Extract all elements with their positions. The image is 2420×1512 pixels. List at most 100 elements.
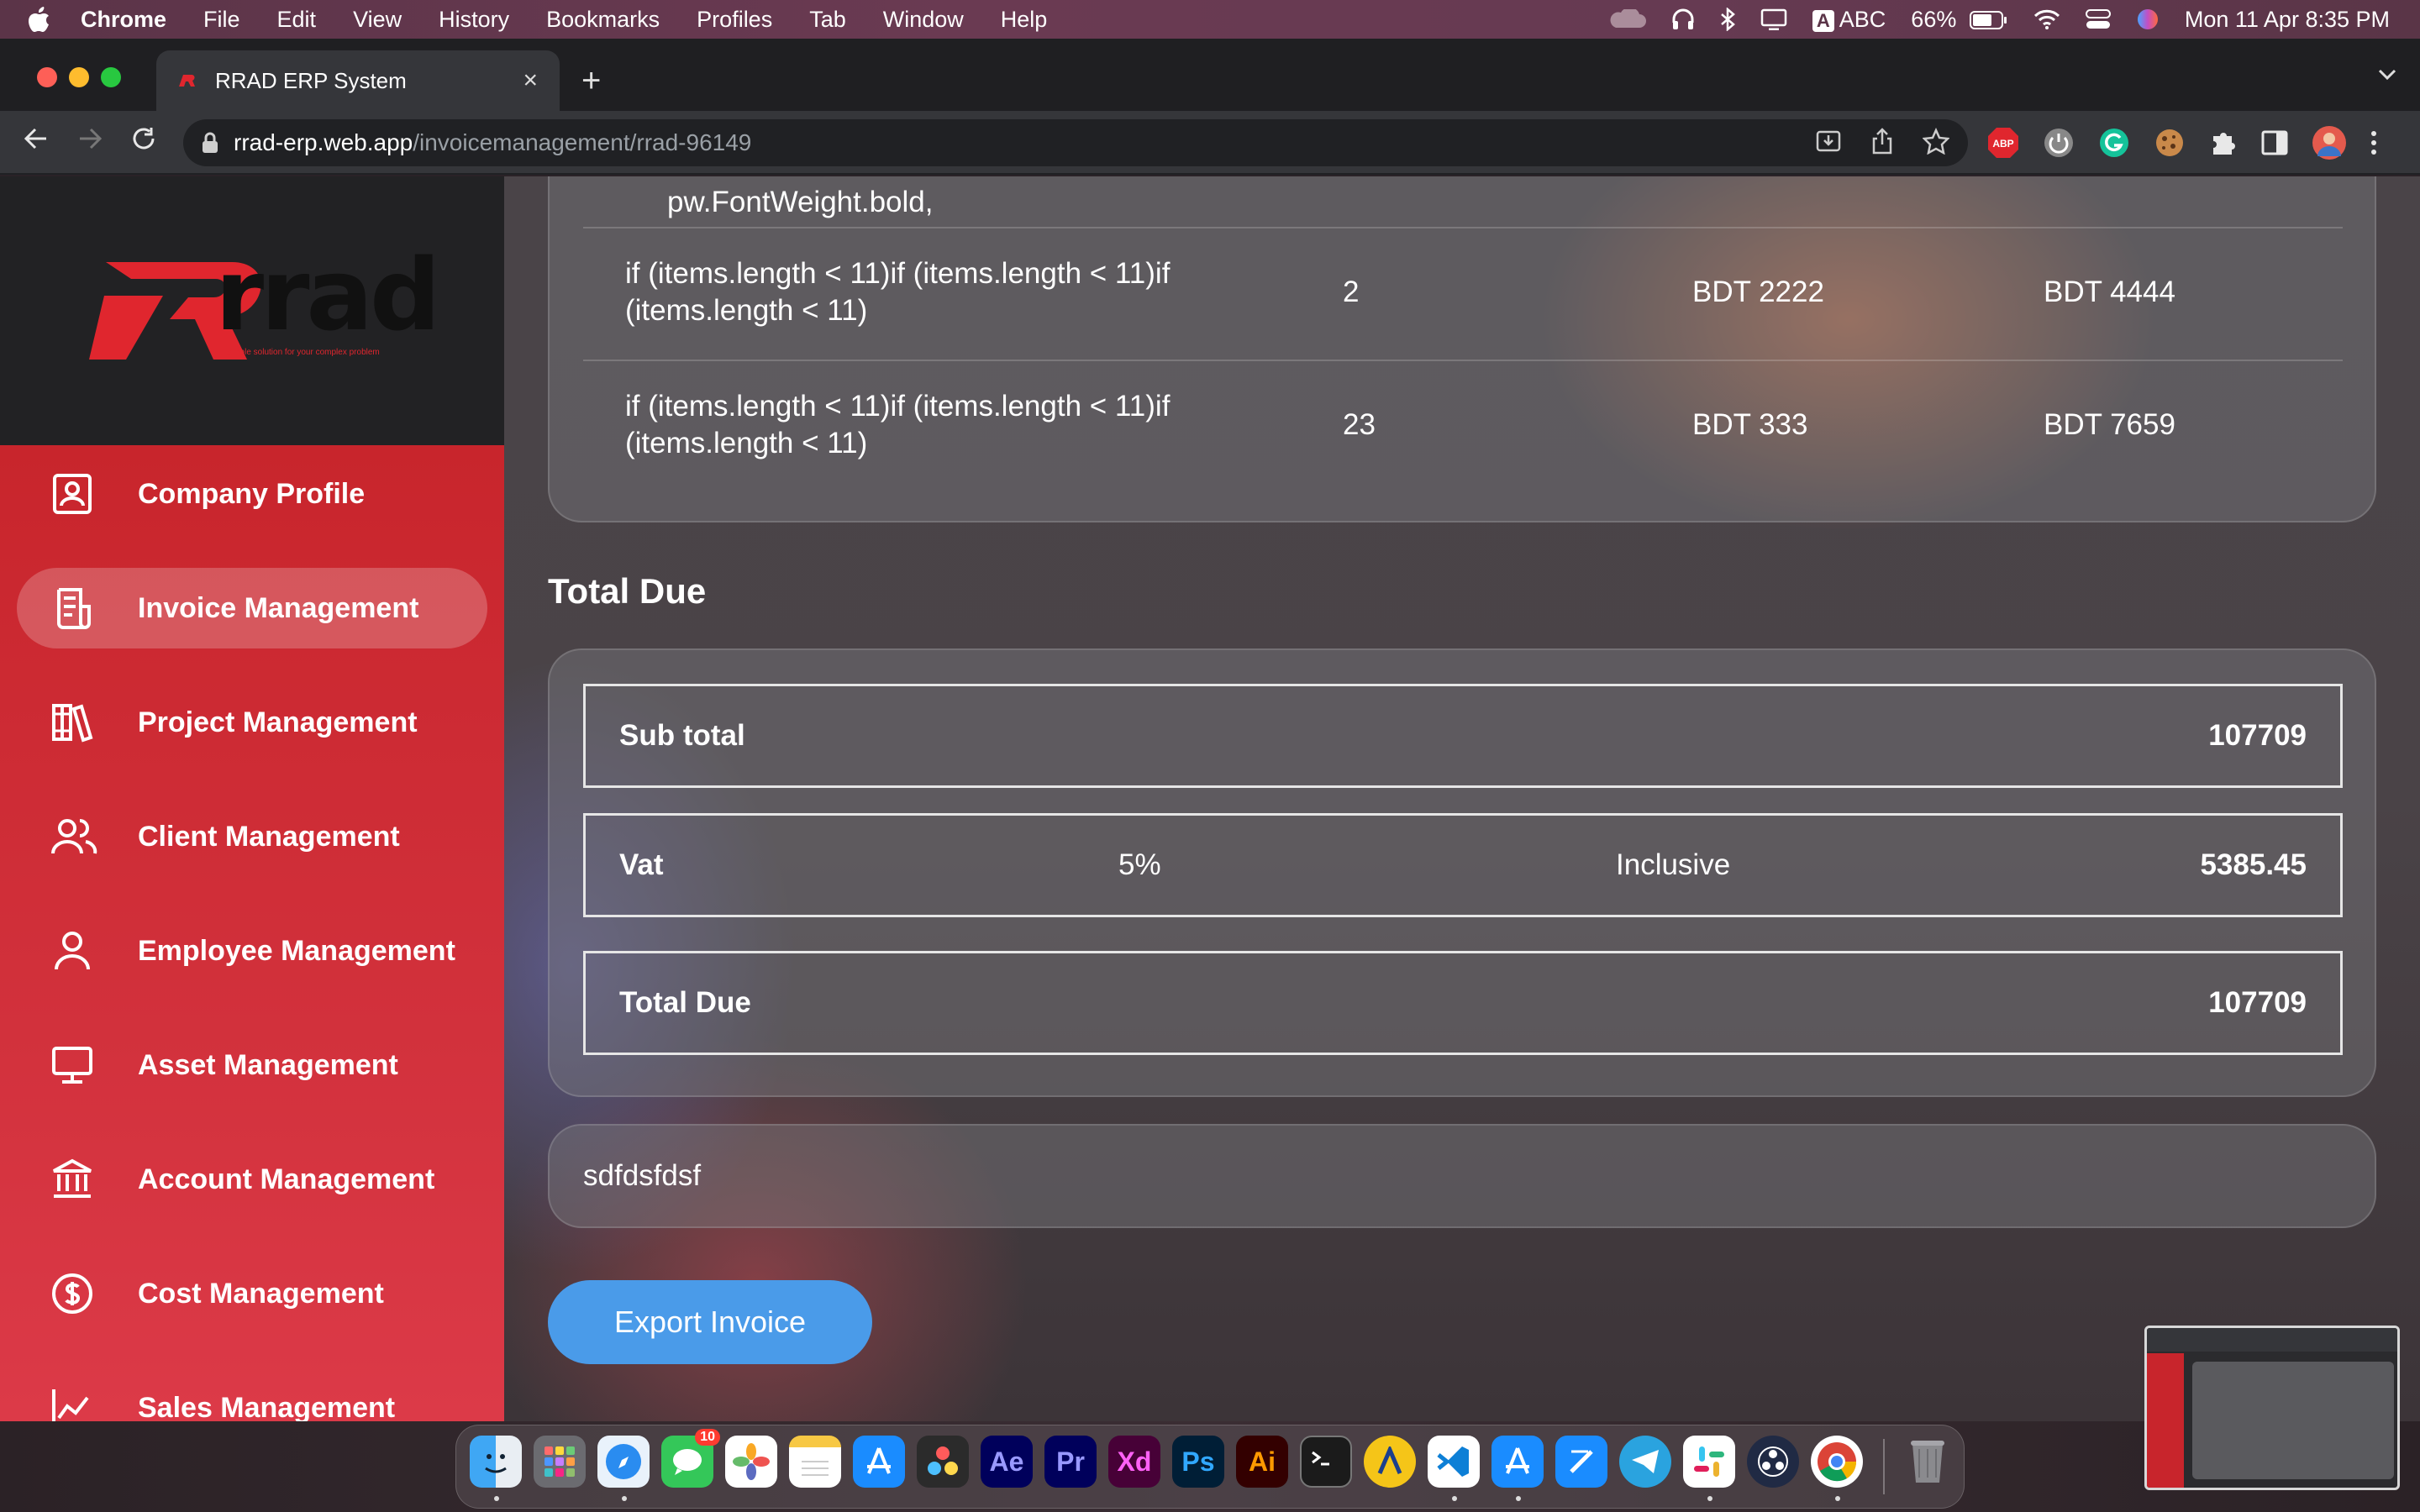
sidebar-item-label: Employee Management bbox=[138, 934, 455, 967]
app-store-icon[interactable] bbox=[853, 1436, 905, 1488]
notes-icon[interactable] bbox=[789, 1436, 841, 1488]
sidebar-item-label: Cost Management bbox=[138, 1277, 384, 1310]
vscode-icon[interactable] bbox=[1428, 1436, 1480, 1488]
menu-file[interactable]: File bbox=[203, 7, 240, 33]
grammarly-icon[interactable] bbox=[2097, 126, 2131, 160]
share-icon[interactable] bbox=[1870, 128, 1894, 155]
terminal-icon[interactable] bbox=[1300, 1436, 1352, 1488]
tab-search-chevron-icon[interactable] bbox=[2378, 69, 2396, 81]
sidebar-item-sales-management[interactable]: Sales Management bbox=[17, 1368, 487, 1421]
illustrator-icon[interactable]: Ai bbox=[1236, 1436, 1288, 1488]
chrome-icon[interactable] bbox=[1811, 1436, 1863, 1488]
trash-icon[interactable] bbox=[1902, 1436, 1954, 1488]
adobe-xd-icon[interactable]: Xd bbox=[1108, 1436, 1160, 1488]
macos-dock: 10 Ae Pr Xd Ps Ai bbox=[455, 1425, 1965, 1509]
display-icon[interactable] bbox=[1760, 8, 1787, 30]
back-arrow-icon[interactable] bbox=[24, 126, 49, 151]
messages-icon[interactable]: 10 bbox=[661, 1429, 720, 1488]
menu-app-name[interactable]: Chrome bbox=[81, 7, 166, 33]
rrad-logo[interactable]: rrad simple solution for your complex pr… bbox=[81, 245, 440, 370]
adblock-plus-icon[interactable]: ABP bbox=[1986, 126, 2020, 160]
bluetooth-icon[interactable] bbox=[1720, 8, 1735, 31]
item-rate: BDT 333 bbox=[1692, 408, 1808, 441]
browser-tab[interactable]: RRAD ERP System × bbox=[156, 50, 560, 111]
window-zoom-button[interactable] bbox=[101, 67, 121, 87]
input-source-label: ABC bbox=[1839, 6, 1886, 32]
headphones-icon[interactable] bbox=[1671, 8, 1695, 31]
telegram-icon[interactable] bbox=[1619, 1436, 1671, 1488]
photoshop-icon[interactable]: Ps bbox=[1172, 1436, 1224, 1488]
browser-menu-icon[interactable] bbox=[2370, 129, 2378, 156]
install-app-icon[interactable] bbox=[1815, 128, 1842, 155]
bookmark-star-icon[interactable] bbox=[1923, 128, 1949, 155]
thumbnail-content bbox=[2192, 1362, 2394, 1479]
menu-bookmarks[interactable]: Bookmarks bbox=[546, 7, 660, 33]
xcode-icon[interactable] bbox=[1555, 1436, 1607, 1488]
safari-icon[interactable] bbox=[597, 1436, 650, 1488]
menu-profiles[interactable]: Profiles bbox=[697, 7, 772, 33]
sidebar-item-company-profile[interactable]: Company Profile bbox=[17, 454, 487, 534]
row-divider bbox=[583, 360, 2343, 361]
window-close-button[interactable] bbox=[37, 67, 57, 87]
screenshot-thumbnail[interactable] bbox=[2144, 1326, 2400, 1490]
vat-label: Vat bbox=[619, 848, 664, 881]
sidebar-item-project-management[interactable]: Project Management bbox=[17, 682, 487, 763]
apple-icon[interactable] bbox=[29, 7, 50, 32]
battery-percent: 66% bbox=[1911, 6, 1957, 32]
chart-icon bbox=[50, 1386, 94, 1421]
total-due-row: Total Due 107709 bbox=[583, 951, 2343, 1055]
obs-icon[interactable] bbox=[1747, 1436, 1799, 1488]
logo-wordmark: rrad bbox=[215, 237, 440, 353]
davinci-resolve-icon[interactable] bbox=[917, 1436, 969, 1488]
sidebar-item-invoice-management[interactable]: Invoice Management bbox=[17, 568, 487, 648]
app-store-dev-icon[interactable] bbox=[1491, 1436, 1544, 1488]
sidebar-item-asset-management[interactable]: Asset Management bbox=[17, 1025, 487, 1105]
id-card-icon bbox=[50, 472, 94, 516]
launchpad-icon[interactable] bbox=[534, 1436, 586, 1488]
sidebar-item-employee-management[interactable]: Employee Management bbox=[17, 911, 487, 991]
puzzle-extensions-icon[interactable] bbox=[2208, 128, 2238, 158]
cloud-icon[interactable] bbox=[1607, 9, 1646, 29]
wifi-icon[interactable] bbox=[2033, 9, 2060, 29]
menu-tab[interactable]: Tab bbox=[809, 7, 846, 33]
lock-icon[interactable] bbox=[202, 132, 218, 154]
slack-icon[interactable] bbox=[1683, 1436, 1735, 1488]
forward-arrow-icon[interactable] bbox=[77, 126, 103, 151]
profile-avatar[interactable] bbox=[2311, 124, 2348, 161]
tab-title: RRAD ERP System bbox=[215, 67, 407, 93]
extensions-area: ABP bbox=[1986, 124, 2378, 161]
control-center-icon[interactable] bbox=[2085, 8, 2111, 30]
status-area: A ABC 66% Mon 11 Apr 8:35 PM bbox=[1607, 0, 2390, 39]
menu-help[interactable]: Help bbox=[1001, 7, 1048, 33]
running-indicator bbox=[1516, 1496, 1521, 1501]
rrad-favicon-icon bbox=[178, 74, 197, 87]
new-tab-button[interactable]: + bbox=[581, 62, 601, 100]
window-minimize-button[interactable] bbox=[69, 67, 89, 87]
photos-icon[interactable] bbox=[725, 1436, 777, 1488]
monitor-icon bbox=[50, 1043, 94, 1087]
sidebar-item-client-management[interactable]: Client Management bbox=[17, 796, 487, 877]
power-extension-icon[interactable] bbox=[2042, 126, 2075, 160]
finder-icon[interactable] bbox=[470, 1436, 522, 1488]
premiere-pro-icon[interactable]: Pr bbox=[1044, 1436, 1097, 1488]
cookie-icon[interactable] bbox=[2153, 126, 2186, 160]
side-panel-icon[interactable] bbox=[2260, 129, 2289, 157]
after-effects-icon[interactable]: Ae bbox=[981, 1436, 1033, 1488]
reload-icon[interactable] bbox=[131, 126, 156, 151]
battery-status[interactable]: 66% bbox=[1911, 7, 2008, 33]
bank-icon bbox=[50, 1158, 94, 1201]
tab-close-icon[interactable]: × bbox=[523, 66, 538, 95]
menu-history[interactable]: History bbox=[439, 7, 509, 33]
export-invoice-button[interactable]: Export Invoice bbox=[548, 1280, 872, 1364]
menu-edit[interactable]: Edit bbox=[277, 7, 317, 33]
scrobbler-icon[interactable] bbox=[1364, 1436, 1416, 1488]
menubar-datetime[interactable]: Mon 11 Apr 8:35 PM bbox=[2185, 7, 2390, 33]
menu-view[interactable]: View bbox=[353, 7, 402, 33]
sidebar-item-account-management[interactable]: Account Management bbox=[17, 1139, 487, 1220]
address-bar[interactable]: rrad-erp.web.app/invoicemanagement/rrad-… bbox=[183, 119, 1968, 166]
menu-window[interactable]: Window bbox=[883, 7, 964, 33]
vat-value: 5385.45 bbox=[2200, 848, 2307, 881]
sidebar-item-cost-management[interactable]: Cost Management bbox=[17, 1253, 487, 1334]
siri-icon[interactable] bbox=[2136, 8, 2160, 31]
input-source[interactable]: A ABC bbox=[1812, 7, 1886, 33]
